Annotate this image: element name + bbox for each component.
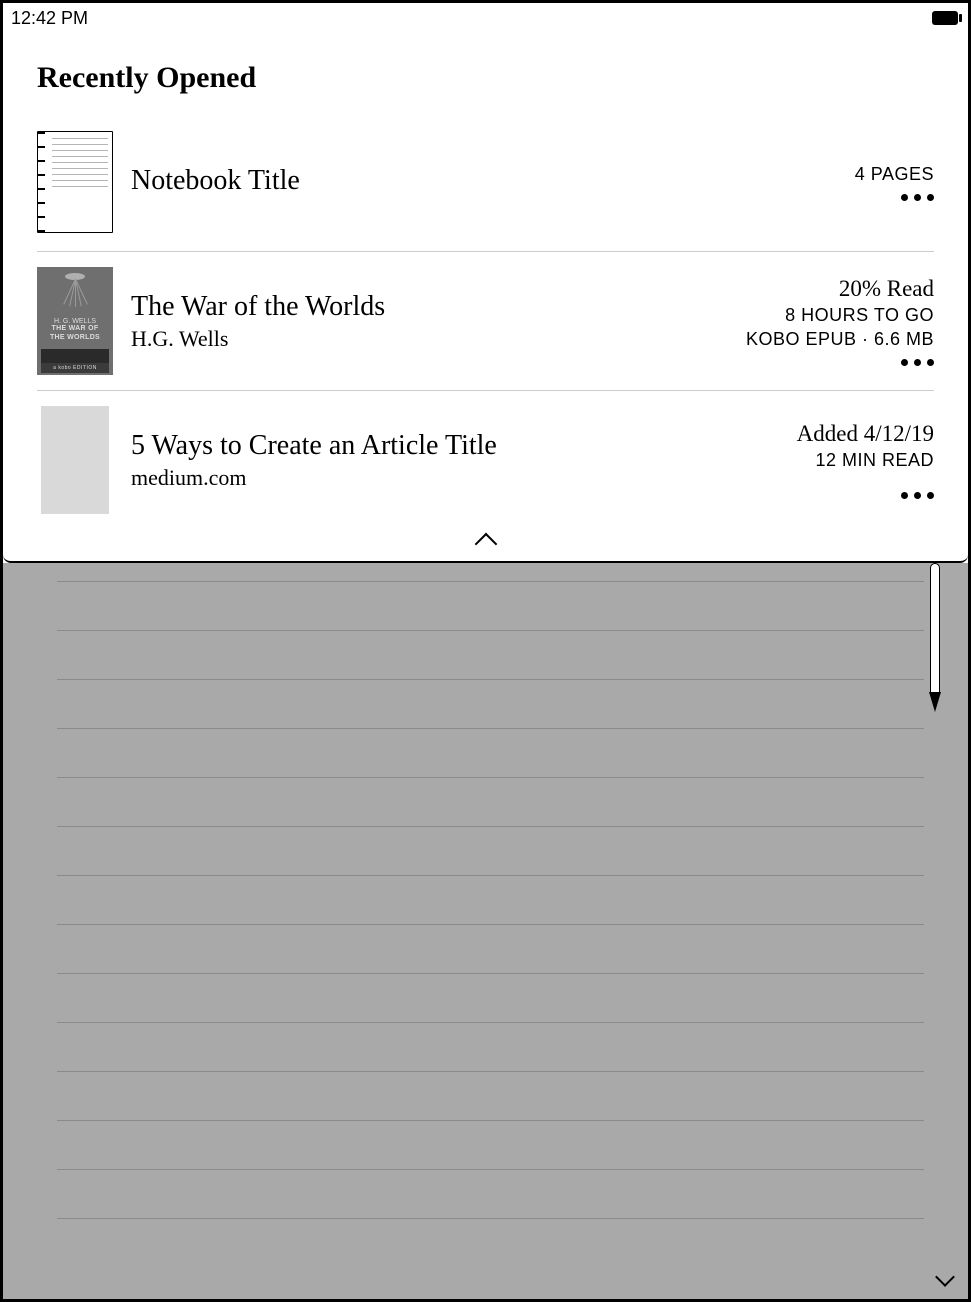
- item-title: Notebook Title: [131, 164, 837, 198]
- recently-opened-panel: 12:42 PM Recently Opened Notebook Title …: [3, 3, 968, 563]
- notebook-canvas[interactable]: [3, 563, 968, 1299]
- notebook-icon: [37, 131, 113, 233]
- list-item[interactable]: Notebook Title 4 PAGES: [37, 113, 934, 252]
- collapse-handle[interactable]: [3, 536, 968, 557]
- meta-line: Added 4/12/19: [797, 421, 934, 447]
- clock: 12:42 PM: [11, 8, 88, 29]
- list-item[interactable]: H. G. WELLS THE WAR OF THE WORLDS a kobo…: [37, 252, 934, 391]
- item-subtitle: H.G. Wells: [131, 326, 728, 352]
- thumbnail: H. G. WELLS THE WAR OF THE WORLDS a kobo…: [37, 270, 113, 372]
- list-item[interactable]: 5 Ways to Create an Article Title medium…: [37, 391, 934, 529]
- thumbnail: [37, 409, 113, 511]
- meta-line: 20% Read: [839, 276, 934, 302]
- item-title: 5 Ways to Create an Article Title: [131, 429, 551, 463]
- stylus-icon[interactable]: [928, 563, 942, 718]
- battery-icon: [932, 11, 958, 25]
- device-frame: 12:42 PM Recently Opened Notebook Title …: [0, 0, 971, 1302]
- meta-line: 12 MIN READ: [815, 450, 934, 471]
- item-main: The War of the Worlds H.G. Wells: [131, 290, 728, 352]
- thumbnail: [37, 131, 113, 233]
- chevron-down-icon: [935, 1267, 955, 1287]
- expand-handle[interactable]: [938, 1270, 952, 1289]
- status-bar: 12:42 PM: [3, 3, 968, 29]
- item-main: 5 Ways to Create an Article Title medium…: [131, 429, 779, 491]
- cover-author: H. G. WELLS: [41, 318, 109, 325]
- item-main: Notebook Title: [131, 164, 837, 200]
- meta-line: 8 HOURS TO GO: [785, 305, 934, 326]
- item-meta: Added 4/12/19 12 MIN READ: [797, 421, 934, 499]
- book-cover-icon: H. G. WELLS THE WAR OF THE WORLDS a kobo…: [37, 267, 113, 375]
- recent-list: Notebook Title 4 PAGES: [3, 113, 968, 529]
- item-title: The War of the Worlds: [131, 290, 728, 324]
- meta-line: 4 PAGES: [855, 164, 934, 185]
- item-meta: 4 PAGES: [855, 164, 934, 201]
- more-icon[interactable]: [901, 188, 934, 201]
- more-icon[interactable]: [901, 353, 934, 366]
- more-icon[interactable]: [901, 474, 934, 499]
- blank-thumb-icon: [41, 406, 109, 514]
- item-subtitle: medium.com: [131, 465, 779, 491]
- cover-edition: a kobo EDITION: [41, 363, 109, 373]
- cover-title-line: THE WORLDS: [41, 334, 109, 342]
- cover-title-line: THE WAR OF: [41, 325, 109, 333]
- section-title: Recently Opened: [3, 29, 968, 113]
- item-meta: 20% Read 8 HOURS TO GO KOBO EPUB · 6.6 M…: [746, 276, 934, 366]
- meta-line: KOBO EPUB · 6.6 MB: [746, 329, 934, 350]
- chevron-up-icon: [474, 533, 497, 556]
